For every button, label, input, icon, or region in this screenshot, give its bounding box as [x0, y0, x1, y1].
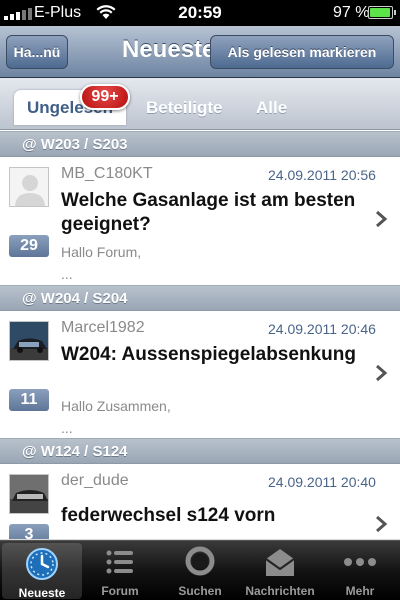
snippet-line: Hallo Zusammen,	[61, 398, 171, 414]
tab-label: Suchen	[178, 584, 222, 598]
avatar	[9, 474, 49, 514]
post-author: der_dude	[61, 472, 129, 489]
chevron-right-icon	[376, 515, 388, 533]
list-item[interactable]: 11 Marcel1982 24.09.2011 20:46 W204: Aus…	[0, 311, 400, 444]
reply-count: 29	[9, 235, 49, 257]
post-date: 24.09.2011 20:40	[268, 474, 376, 490]
snippet-line: ...	[61, 266, 73, 282]
list-icon	[106, 550, 133, 574]
default-person-icon	[10, 168, 48, 206]
tab-forum[interactable]: Forum	[80, 541, 160, 600]
tab-more[interactable]: Mehr	[320, 541, 400, 600]
navigation-bar: Ha...nü Neueste Als gelesen markieren	[0, 26, 400, 78]
reply-count: 11	[9, 389, 49, 411]
snippet-line: ...	[61, 420, 73, 436]
section-header-w124: @ W124 / S124	[0, 438, 400, 464]
clock-icon	[26, 548, 58, 580]
filter-tabs: Ungelesen Beteiligte Alle	[0, 78, 400, 130]
chevron-right-icon	[376, 364, 388, 382]
back-button[interactable]: Ha...nü	[6, 35, 68, 69]
post-snippet: Hallo Zusammen, ...	[61, 395, 361, 439]
post-author: Marcel1982	[61, 319, 145, 336]
post-author: MB_C180KT	[61, 165, 153, 182]
tab-participated[interactable]: Beteiligte	[146, 90, 223, 125]
chevron-right-icon	[376, 210, 388, 228]
section-header-w204: @ W204 / S204	[0, 285, 400, 311]
tab-all[interactable]: Alle	[256, 90, 287, 125]
tab-label: Nachrichten	[245, 584, 315, 598]
avatar	[9, 321, 49, 361]
tab-messages[interactable]: Nachrichten	[240, 541, 320, 600]
snippet-line: Hallo Forum,	[61, 244, 142, 260]
tab-label: Forum	[101, 584, 139, 598]
tab-search[interactable]: Suchen	[160, 541, 240, 600]
unread-count-badge: 99+	[80, 84, 130, 110]
car-photo-icon	[10, 475, 48, 513]
more-icon	[344, 558, 376, 566]
bottom-tab-bar: Neueste Forum Suchen Nachrichten Mehr	[0, 540, 400, 600]
thread-title: Welche Gasanlage ist am besten geeignet?	[61, 190, 356, 235]
reply-count: 3	[9, 524, 49, 539]
thread-title: federwechsel s124 vorn	[61, 505, 276, 526]
thread-title: W204: Aussenspiegelabsenkung	[61, 344, 356, 365]
section-header-w203: @ W203 / S203	[0, 131, 400, 157]
car-photo-icon	[10, 322, 48, 360]
tab-label: Neueste	[18, 586, 66, 600]
battery-fill	[370, 8, 391, 17]
battery-percent: 97 %	[333, 4, 370, 21]
tab-latest[interactable]: Neueste	[2, 543, 82, 600]
avatar	[9, 167, 49, 207]
envelope-icon	[265, 549, 295, 576]
page-title: Neueste	[122, 36, 210, 63]
status-bar: E-Plus 20:59 97 %	[0, 0, 400, 26]
post-snippet: Hallo Forum, ...	[61, 241, 361, 285]
tab-label: Mehr	[345, 584, 375, 598]
list-item[interactable]: 29 MB_C180KT 24.09.2011 20:56 Welche Gas…	[0, 157, 400, 290]
search-icon	[185, 546, 215, 576]
mark-all-read-button[interactable]: Als gelesen markieren	[210, 35, 394, 69]
list-item[interactable]: 3 der_dude 24.09.2011 20:40 federwechsel…	[0, 464, 400, 540]
battery-icon	[368, 6, 396, 19]
post-date: 24.09.2011 20:56	[268, 167, 376, 183]
post-date: 24.09.2011 20:46	[268, 321, 376, 337]
